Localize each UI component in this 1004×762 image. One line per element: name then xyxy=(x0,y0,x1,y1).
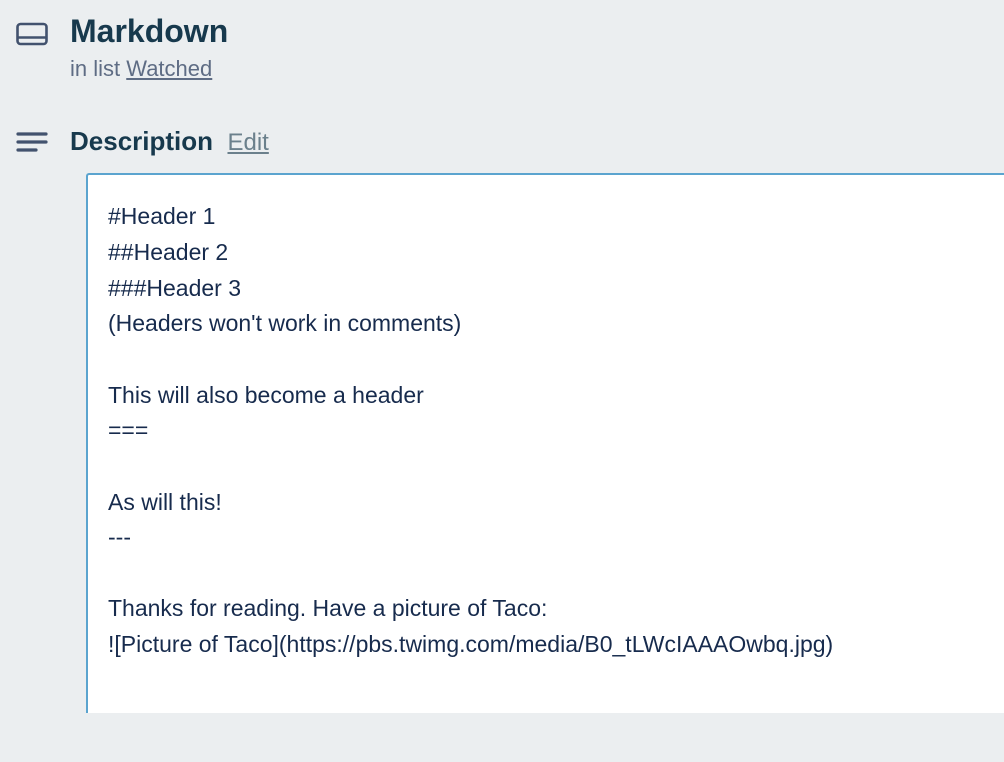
card-detail-panel: Markdown in list Watched Description Edi… xyxy=(0,0,1004,718)
description-title-wrap: Description Edit xyxy=(70,126,269,157)
card-list-info: in list Watched xyxy=(70,56,1004,82)
card-title-block: Markdown in list Watched xyxy=(70,12,1004,82)
edit-description-link[interactable]: Edit xyxy=(227,129,268,156)
list-link[interactable]: Watched xyxy=(126,56,212,81)
list-prefix-label: in list xyxy=(70,56,126,81)
description-textarea[interactable] xyxy=(86,173,1004,713)
description-editor-wrap xyxy=(86,173,1004,718)
description-icon xyxy=(16,130,48,154)
card-icon xyxy=(16,22,48,46)
description-label: Description xyxy=(70,126,213,156)
card-header: Markdown in list Watched xyxy=(16,12,1004,82)
description-section-header: Description Edit xyxy=(16,126,1004,157)
card-title[interactable]: Markdown xyxy=(70,12,1004,50)
